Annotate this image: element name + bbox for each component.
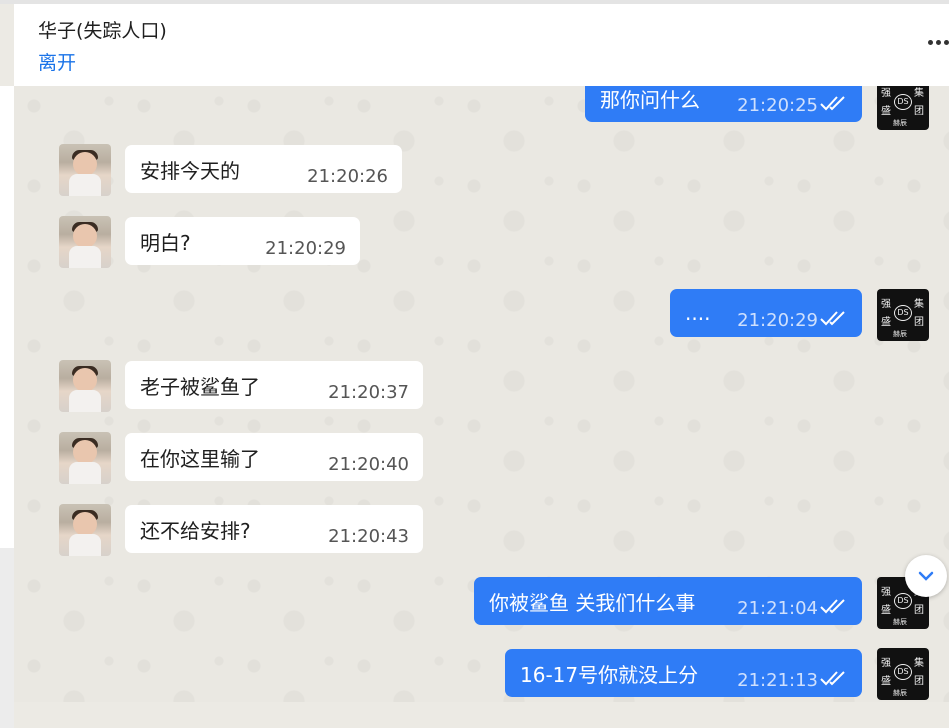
message-time: 21:20:29 (737, 310, 818, 331)
message-bubble-outgoing[interactable]: 你被鲨鱼 关我们什么事 21:21:04 (474, 577, 862, 625)
avatar-logo-char: 赫辰 (893, 119, 907, 127)
contact-avatar[interactable] (59, 144, 111, 196)
avatar-logo-char: DS (894, 305, 912, 321)
avatar-logo-char: 集 (914, 658, 924, 669)
avatar-logo-char: 强 (881, 299, 891, 310)
avatar-logo-char: 盛 (881, 317, 891, 328)
double-check-icon (820, 671, 845, 686)
message-text: 16-17号你就没上分 (520, 662, 699, 687)
avatar-logo-char: DS (894, 94, 912, 110)
contact-status: 离开 (38, 52, 77, 74)
avatar-logo-char: 团 (914, 106, 924, 117)
scroll-to-bottom-button[interactable] (905, 555, 947, 597)
avatar-logo-char: 赫辰 (893, 689, 907, 697)
message-time: 21:20:43 (328, 526, 409, 547)
message-bubble-incoming[interactable]: 安排今天的 21:20:26 (125, 145, 402, 193)
message-list[interactable]: 强 盛 集 团 DS 赫辰 那你问什么 21:20:25 安排今天的 21:20… (14, 86, 949, 702)
message-text: 老子被鲨鱼了 (140, 374, 260, 399)
message-time: 21:20:40 (328, 454, 409, 475)
message-text: 那你问什么 (600, 87, 700, 112)
more-dots-icon[interactable] (928, 40, 949, 45)
message-bubble-incoming[interactable]: 在你这里输了 21:20:40 (125, 433, 423, 481)
avatar-logo-char: 赫辰 (893, 618, 907, 626)
message-bubble-incoming[interactable]: 老子被鲨鱼了 21:20:37 (125, 361, 423, 409)
message-time: 21:20:25 (737, 95, 818, 116)
contact-name[interactable]: 华子(失踪人口) (38, 16, 167, 43)
message-time: 21:20:29 (265, 238, 346, 259)
message-time: 21:20:37 (328, 382, 409, 403)
message-text: 安排今天的 (140, 158, 240, 183)
contact-avatar[interactable] (59, 504, 111, 556)
chat-header: 华子(失踪人口) 离开 (14, 4, 949, 87)
left-rail-block (0, 548, 14, 728)
message-time: 21:20:26 (307, 166, 388, 187)
message-bubble-outgoing[interactable]: 16-17号你就没上分 21:21:13 (505, 649, 862, 697)
message-text: 还不给安排? (140, 518, 251, 543)
contact-avatar[interactable] (59, 216, 111, 268)
avatar-logo-char: 集 (914, 88, 924, 99)
avatar-logo-char: DS (894, 593, 912, 609)
message-bubble-incoming[interactable]: 还不给安排? 21:20:43 (125, 505, 423, 553)
avatar-logo-char: 强 (881, 658, 891, 669)
message-bubble-incoming[interactable]: 明白? 21:20:29 (125, 217, 360, 265)
contact-avatar[interactable] (59, 360, 111, 412)
chevron-down-icon (918, 571, 934, 581)
message-time: 21:21:13 (737, 670, 818, 691)
avatar-logo-char: DS (894, 664, 912, 680)
avatar-logo-char: 集 (914, 299, 924, 310)
double-check-icon (820, 311, 845, 326)
avatar-logo-char: 赫辰 (893, 330, 907, 338)
avatar-logo-char: 盛 (881, 605, 891, 616)
message-text: 在你这里输了 (140, 446, 260, 471)
double-check-icon (820, 96, 845, 111)
avatar-logo-char: 强 (881, 587, 891, 598)
my-avatar[interactable]: 强 盛 集 团 DS 赫辰 (877, 648, 929, 700)
avatar-logo-char: 强 (881, 88, 891, 99)
message-time: 21:21:04 (737, 598, 818, 619)
message-text: .... (685, 301, 711, 325)
avatar-logo-char: 团 (914, 676, 924, 687)
avatar-logo-char: 盛 (881, 676, 891, 687)
left-rail (0, 86, 14, 728)
contact-avatar[interactable] (59, 432, 111, 484)
message-bubble-outgoing[interactable]: .... 21:20:29 (670, 289, 862, 337)
message-text: 你被鲨鱼 关我们什么事 (489, 590, 696, 615)
my-avatar[interactable]: 强 盛 集 团 DS 赫辰 (877, 289, 929, 341)
message-text: 明白? (140, 230, 191, 255)
avatar-logo-char: 盛 (881, 106, 891, 117)
double-check-icon (820, 599, 845, 614)
my-avatar[interactable]: 强 盛 集 团 DS 赫辰 (877, 86, 929, 130)
avatar-logo-char: 团 (914, 317, 924, 328)
avatar-logo-char: 团 (914, 605, 924, 616)
message-bubble-outgoing[interactable]: 那你问什么 21:20:25 (585, 86, 862, 122)
